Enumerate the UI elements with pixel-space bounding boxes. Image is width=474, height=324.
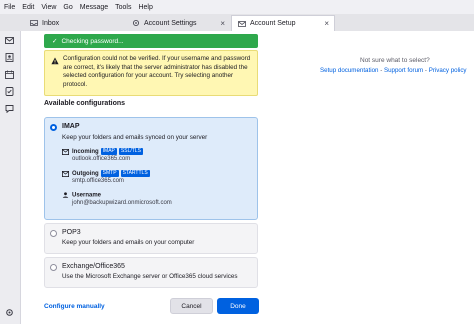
warning-icon [51, 57, 59, 65]
mail-space-icon[interactable] [5, 36, 14, 45]
tab-bar: Inbox Account Settings × Account Setup × [0, 14, 474, 32]
imap-title: IMAP [62, 123, 80, 130]
exchange-description: Use the Microsoft Exchange server or Off… [62, 273, 238, 280]
gear-icon [132, 19, 140, 27]
settings-gear-icon[interactable] [5, 308, 14, 317]
support-forum-link[interactable]: Support forum [384, 67, 423, 74]
tab-account-setup[interactable]: Account Setup × [231, 15, 335, 31]
configurations-heading: Available configurations [44, 100, 126, 107]
menu-edit[interactable]: Edit [22, 4, 34, 11]
done-button[interactable]: Done [217, 298, 259, 314]
username-value: john@backupwizard.onmicrosoft.com [72, 199, 172, 206]
address-book-icon[interactable] [5, 53, 14, 62]
mail-icon [238, 20, 246, 27]
security-badge: SSL/TLS [118, 148, 143, 155]
menu-file[interactable]: File [4, 4, 15, 11]
incoming-icon [62, 148, 69, 155]
protocol-badge: IMAP [100, 148, 117, 155]
close-icon[interactable]: × [220, 19, 225, 28]
config-option-pop3[interactable]: POP3 Keep your folders and emails on you… [44, 223, 258, 254]
calendar-icon[interactable] [5, 70, 14, 79]
inbox-icon [30, 20, 38, 26]
username-info: Username john@backupwizard.onmicrosoft.c… [62, 192, 172, 206]
privacy-policy-link[interactable]: Privacy policy [429, 67, 467, 74]
incoming-label: Incoming [72, 149, 99, 156]
warning-banner: Configuration could not be verified. If … [44, 50, 258, 96]
pop3-description: Keep your folders and emails on your com… [62, 239, 195, 246]
help-question: Not sure what to select? [360, 57, 430, 64]
tab-inbox-label: Inbox [42, 19, 60, 27]
username-label: Username [72, 192, 102, 199]
outgoing-hostname: smtp.office365.com [72, 178, 124, 185]
menu-message[interactable]: Message [80, 4, 108, 11]
protocol-badge: SMTP [100, 170, 119, 177]
security-badge: STARTTLS [120, 170, 150, 177]
pop3-title: POP3 [62, 229, 81, 236]
close-icon[interactable]: × [324, 19, 329, 28]
incoming-hostname: outlook.office365.com [72, 156, 131, 163]
setup-documentation-link[interactable]: Setup documentation [320, 67, 378, 74]
config-option-imap[interactable]: IMAP Keep your folders and emails synced… [44, 117, 258, 220]
status-banner: ✓ Checking password... [44, 34, 258, 48]
outgoing-label: Outgoing [72, 171, 99, 178]
tab-account-settings[interactable]: Account Settings × [126, 16, 230, 30]
config-option-exchange[interactable]: Exchange/Office365 Use the Microsoft Exc… [44, 257, 258, 288]
menu-tools[interactable]: Tools [115, 4, 131, 11]
warning-text: Configuration could not be verified. If … [63, 55, 251, 88]
cancel-button[interactable]: Cancel [170, 298, 213, 314]
menu-bar: File Edit View Go Message Tools Help [0, 0, 474, 14]
tab-inbox[interactable]: Inbox [24, 16, 124, 30]
incoming-server: Incoming IMAP SSL/TLS outlook.office365.co… [62, 148, 143, 162]
tab-account-setup-label: Account Setup [250, 20, 296, 27]
configure-manually-link[interactable]: Configure manually [44, 303, 105, 310]
menu-go[interactable]: Go [63, 4, 72, 11]
menu-help[interactable]: Help [138, 4, 152, 11]
help-links: Setup documentation - Support forum - Pr… [320, 67, 467, 74]
outgoing-icon [62, 170, 69, 177]
imap-description: Keep your folders and emails synced on y… [62, 134, 208, 141]
spaces-toolbar [0, 31, 21, 324]
outgoing-server: Outgoing SMTP STARTTLS smtp.office365.com [62, 170, 150, 184]
user-icon [62, 192, 69, 198]
pop3-radio[interactable] [50, 230, 57, 237]
menu-view[interactable]: View [41, 4, 56, 11]
tasks-icon[interactable] [5, 87, 14, 96]
chat-icon[interactable] [5, 104, 14, 113]
exchange-radio[interactable] [50, 264, 57, 271]
tab-account-settings-label: Account Settings [144, 19, 197, 27]
status-text: Checking password... [61, 37, 124, 45]
exchange-title: Exchange/Office365 [62, 263, 125, 270]
check-icon: ✓ [52, 38, 58, 45]
imap-radio[interactable] [50, 124, 57, 131]
